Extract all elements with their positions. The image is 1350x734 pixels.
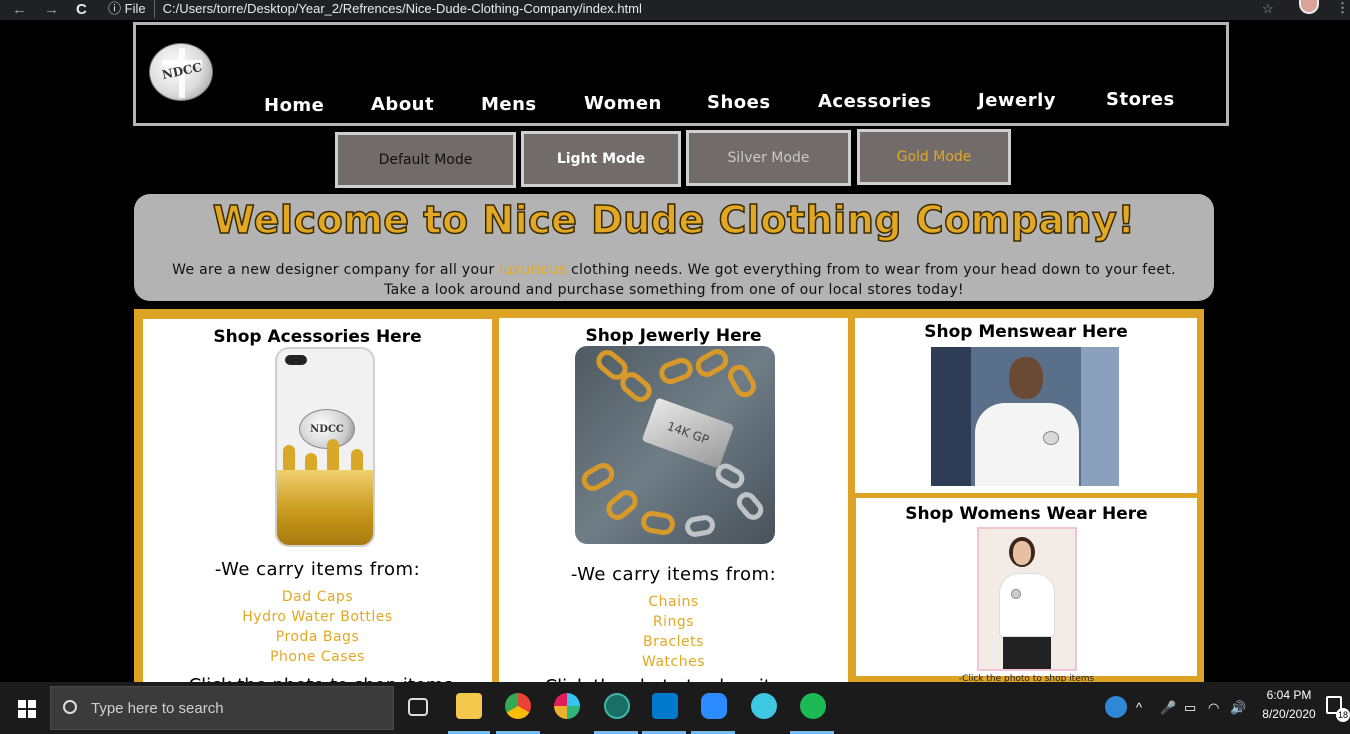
edge-icon[interactable] [751,693,777,719]
info-icon: ⓘ [108,1,122,16]
jewelry-card: Shop Jewerly Here 14K GP -We carry items… [499,318,848,697]
welcome-banner: Welcome to Nice Dude Clothing Company! W… [134,194,1214,301]
accessories-heading: Shop Acessories Here [213,327,422,347]
taskbar-search-box[interactable]: Type here to search [50,686,394,730]
nav-jewerly[interactable]: Jewerly [978,90,1056,111]
nav-women[interactable]: Women [584,93,662,114]
browser-toolbar: ← → C ⓘ File C:/Users/torre/Desktop/Year_… [0,0,1350,20]
bookmark-star-icon[interactable]: ☆ [1262,0,1274,18]
battery-icon[interactable]: ▭ [1184,682,1196,734]
accessories-carry-text: -We carry items from: [214,559,421,580]
clock-time: 6:04 PM [1266,688,1312,702]
help-icon[interactable] [1105,696,1127,718]
chrome-icon[interactable] [505,693,531,719]
default-mode-button[interactable]: Default Mode [335,132,516,188]
wifi-icon[interactable]: ◠ [1208,682,1219,734]
accessories-items: Dad Caps Hydro Water Bottles Proda Bags … [143,587,492,667]
gold-mode-button[interactable]: Gold Mode [857,129,1011,185]
item-hydro-water-bottles[interactable]: Hydro Water Bottles [143,607,492,627]
accessories-card: Shop Acessories Here NDCC -We carry item… [143,319,492,696]
welcome-text: We are a new designer company for all yo… [172,262,1176,298]
womenswear-image[interactable] [977,527,1077,671]
url-text: C:/Users/torre/Desktop/Year_2/Refrences/… [162,1,642,16]
item-chains[interactable]: Chains [499,592,848,612]
notification-count: 18 [1336,708,1350,722]
slack-icon[interactable] [554,693,580,719]
windows-taskbar: Type here to search ^ 🎤 ▭ ◠ 🔊 6:04 PM 8/… [0,682,1350,734]
gitkraken-icon[interactable] [604,693,630,719]
search-icon [63,700,77,714]
clasp-label: 14K GP [641,397,735,469]
site-info[interactable]: ⓘ File [108,0,155,18]
menu-icon[interactable]: ⋮ [1336,0,1349,16]
chain-image[interactable]: 14K GP [575,346,775,544]
address-bar[interactable]: ⓘ File C:/Users/torre/Desktop/Year_2/Refr… [108,0,1248,20]
clock-date: 8/20/2020 [1262,707,1316,721]
light-mode-button[interactable]: Light Mode [521,131,681,187]
zoom-icon[interactable] [701,693,727,719]
site-header: NDCC Home About Mens Women Shoes Acessor… [133,22,1229,126]
womenswear-card: Shop Womens Wear Here -Click the photo t… [856,498,1197,684]
womenswear-heading: Shop Womens Wear Here [905,504,1148,524]
clock[interactable]: 6:04 PM 8/20/2020 [1254,686,1324,724]
jewelry-carry-text: -We carry items from: [570,564,777,585]
nav-acessories[interactable]: Acessories [818,91,932,112]
item-proda-bags[interactable]: Proda Bags [143,627,492,647]
task-view-icon[interactable] [408,698,428,716]
menswear-image[interactable] [931,347,1119,486]
chevron-up-icon[interactable]: ^ [1136,682,1142,734]
menswear-card: Shop Menswear Here [855,318,1197,493]
ndcc-logo[interactable]: NDCC [149,43,213,101]
item-dad-caps[interactable]: Dad Caps [143,587,492,607]
luxurious-highlight: luxurious [499,262,567,278]
silver-mode-button[interactable]: Silver Mode [686,130,851,186]
nav-stores[interactable]: Stores [1106,89,1175,110]
nav-about[interactable]: About [371,94,434,115]
jewelry-items: Chains Rings Braclets Watches [499,592,848,672]
search-placeholder: Type here to search [91,700,224,717]
nav-home[interactable]: Home [264,95,324,116]
forward-icon[interactable]: → [44,0,59,20]
jewelry-heading: Shop Jewerly Here [585,326,762,346]
file-label: File [124,1,146,16]
item-phone-cases[interactable]: Phone Cases [143,647,492,667]
speaker-icon[interactable]: 🔊 [1230,682,1246,734]
shop-grid: Shop Acessories Here NDCC -We carry item… [134,309,1204,697]
nav-shoes[interactable]: Shoes [707,92,771,113]
windows-start-icon[interactable] [18,700,36,718]
vscode-icon[interactable] [652,693,678,719]
microphone-icon[interactable]: 🎤 [1160,682,1176,734]
back-icon[interactable]: ← [12,0,27,20]
welcome-title: Welcome to Nice Dude Clothing Company! [212,197,1136,243]
item-rings[interactable]: Rings [499,612,848,632]
item-braclets[interactable]: Braclets [499,632,848,652]
profile-avatar[interactable] [1299,0,1319,14]
menswear-heading: Shop Menswear Here [924,322,1128,342]
file-explorer-icon[interactable] [456,693,482,719]
reload-icon[interactable]: C [76,0,87,20]
phone-case-image[interactable]: NDCC [275,347,375,547]
spotify-icon[interactable] [800,693,826,719]
item-watches[interactable]: Watches [499,652,848,672]
nav-mens[interactable]: Mens [481,94,537,115]
